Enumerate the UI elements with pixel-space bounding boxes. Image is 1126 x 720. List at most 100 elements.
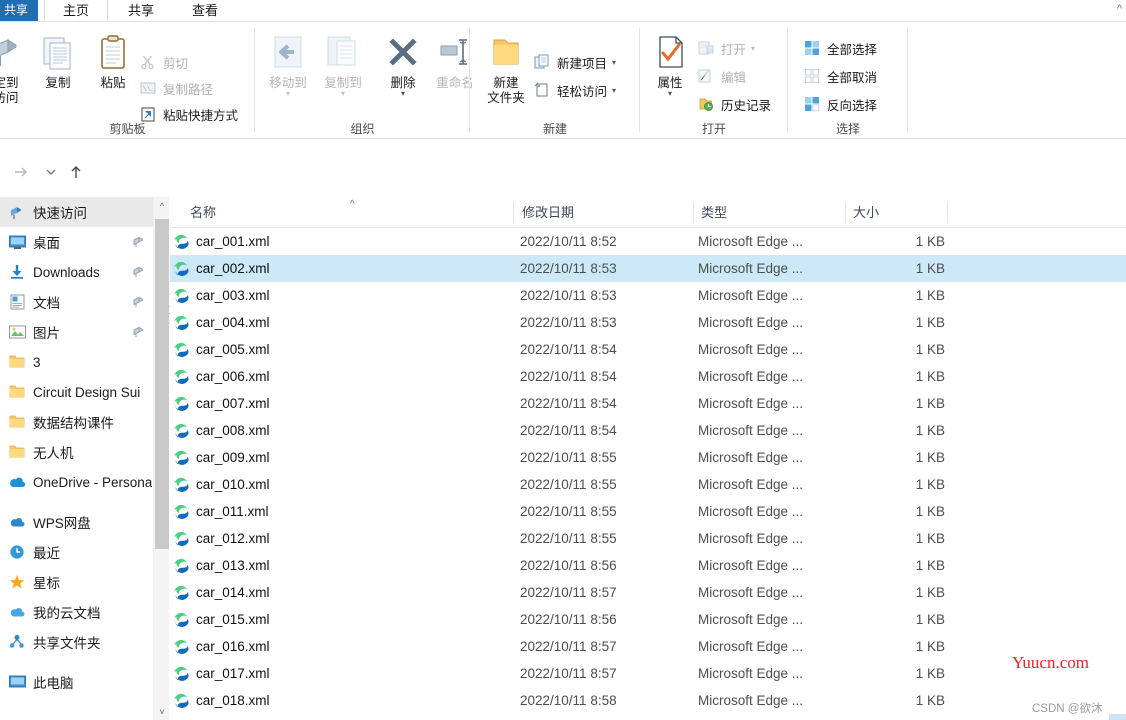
cell-type: Microsoft Edge ... [698, 612, 804, 627]
copy-button[interactable]: 复制 [30, 28, 86, 112]
table-row[interactable]: car_010.xml 2022/10/11 8:55 Microsoft Edge… [170, 471, 1126, 498]
table-row[interactable]: car_003.xml 2022/10/11 8:53 Microsoft Edge… [170, 282, 1126, 309]
pin-icon[interactable] [132, 295, 145, 313]
select-all-button[interactable]: 全部选择 [802, 36, 877, 60]
cell-size: 1 KB [915, 423, 945, 438]
invert-selection-button[interactable]: 反向选择 [802, 92, 877, 116]
move-to-caret-icon[interactable]: ▾ [286, 89, 290, 98]
table-row[interactable]: car_018.xml 2022/10/11 8:58 Microsoft Edge… [170, 687, 1126, 714]
table-row[interactable]: car_016.xml 2022/10/11 8:57 Microsoft Edge… [170, 633, 1126, 660]
copy-path-button[interactable]: \\… 复制路径 [138, 76, 213, 100]
collapse-ribbon-icon[interactable]: ^ [1117, 3, 1122, 15]
column-header-size[interactable]: 大小 [853, 197, 879, 228]
cell-name: car_018.xml [196, 693, 270, 708]
properties-caret-icon[interactable]: ▾ [668, 89, 672, 98]
sidebar-item-documents[interactable]: 文档 [0, 287, 153, 317]
sidebar-item-downloads[interactable]: Downloads [0, 257, 153, 287]
pin-icon[interactable] [132, 265, 145, 283]
scrollbar-thumb[interactable] [155, 219, 169, 549]
cell-size: 1 KB [915, 288, 945, 303]
sidebar-item-recent[interactable]: 最近 [0, 537, 153, 567]
tab-home[interactable]: 主页 [44, 0, 108, 22]
table-row[interactable]: car_013.xml 2022/10/11 8:56 Microsoft Edge… [170, 552, 1126, 579]
select-none-button[interactable]: 全部取消 [802, 64, 877, 88]
delete-button[interactable]: 删除 ▾ [375, 28, 431, 112]
table-row[interactable]: car_006.xml 2022/10/11 8:54 Microsoft Edge… [170, 363, 1126, 390]
table-row[interactable]: car_017.xml 2022/10/11 8:57 Microsoft Edge… [170, 660, 1126, 687]
navigation-pane[interactable]: 快速访问 桌面 Downloads 文档 图片 3 Circuit Design… [0, 197, 153, 720]
tab-share-cutoff[interactable]: 共享 [0, 0, 38, 21]
table-row[interactable]: car_002.xml 2022/10/11 8:53 Microsoft Edge… [170, 255, 1126, 282]
tab-share[interactable]: 共享 [110, 0, 172, 22]
sidebar-item-this-pc[interactable]: 此电脑 [0, 667, 153, 697]
ribbon-home-pane: 定到访问 复制 [0, 22, 1126, 139]
delete-caret-icon[interactable]: ▾ [401, 89, 405, 98]
cut-button[interactable]: 剪切 [138, 50, 188, 74]
table-row[interactable]: car_001.xml 2022/10/11 8:52 Microsoft Edge… [170, 228, 1126, 255]
tab-view[interactable]: 查看 [174, 0, 236, 22]
quick-access-pin-icon [6, 202, 28, 222]
column-divider[interactable] [693, 202, 694, 223]
sidebar-item-starred[interactable]: 星标 [0, 567, 153, 597]
move-to-button[interactable]: 移动到 ▾ [260, 28, 316, 112]
pin-to-quick-access-button[interactable]: 定到访问 [0, 28, 34, 112]
sidebar-item-desktop[interactable]: 桌面 [0, 227, 153, 257]
sidebar-item-circuit-design[interactable]: Circuit Design Sui [0, 377, 153, 407]
new-item-caret-icon[interactable]: ▾ [612, 58, 616, 67]
table-row[interactable]: car_015.xml 2022/10/11 8:56 Microsoft Edge… [170, 606, 1126, 633]
sidebar-item-quick-access[interactable]: 快速访问 [0, 197, 153, 227]
column-header-type[interactable]: 类型 [701, 197, 727, 228]
scroll-up-icon[interactable]: ^ [154, 197, 170, 214]
copy-to-caret-icon[interactable]: ▾ [341, 89, 345, 98]
edge-icon [172, 638, 190, 656]
cell-name: car_013.xml [196, 558, 270, 573]
sidebar-item-data-structures[interactable]: 数据结构课件 [0, 407, 153, 437]
column-header-date-modified[interactable]: 修改日期 [522, 197, 574, 228]
table-row[interactable]: car_008.xml 2022/10/11 8:54 Microsoft Edge… [170, 417, 1126, 444]
desktop-icon [6, 232, 28, 252]
table-row[interactable]: car_009.xml 2022/10/11 8:55 Microsoft Edge… [170, 444, 1126, 471]
scroll-down-icon[interactable]: ˅ [154, 703, 170, 720]
new-item-button[interactable]: 新建项目 ▾ [532, 50, 616, 74]
edit-button[interactable]: 编辑 [696, 64, 746, 88]
column-divider[interactable] [513, 202, 514, 223]
open-caret-icon[interactable]: ▾ [751, 44, 755, 53]
table-row[interactable]: car_007.xml 2022/10/11 8:54 Microsoft Edge… [170, 390, 1126, 417]
forward-button[interactable] [8, 159, 34, 185]
sidebar-label: 无人机 [33, 446, 74, 461]
history-button[interactable]: 历史记录 [696, 92, 771, 116]
sidebar-item-wps-cloud[interactable]: WPS网盘 [0, 507, 153, 537]
new-folder-button[interactable]: 新建 文件夹 [478, 28, 534, 112]
pin-icon[interactable] [132, 235, 145, 253]
properties-button[interactable]: 属性 ▾ [642, 28, 698, 112]
easy-access-button[interactable]: 轻松访问 ▾ [532, 78, 616, 102]
copy-label: 复制 [45, 76, 71, 90]
paste-button[interactable]: 粘贴 [85, 28, 141, 112]
column-divider[interactable] [845, 202, 846, 223]
copy-to-button[interactable]: 复制到 ▾ [315, 28, 371, 112]
table-row[interactable]: car_012.xml 2022/10/11 8:55 Microsoft Edge… [170, 525, 1126, 552]
sidebar-item-pictures[interactable]: 图片 [0, 317, 153, 347]
sidebar-item-3[interactable]: 3 [0, 347, 153, 377]
table-row[interactable]: car_005.xml 2022/10/11 8:54 Microsoft Edge… [170, 336, 1126, 363]
table-row[interactable]: car_011.xml 2022/10/11 8:55 Microsoft Edge… [170, 498, 1126, 525]
recent-locations-button[interactable] [38, 159, 64, 185]
table-row[interactable]: car_014.xml 2022/10/11 8:57 Microsoft Edge… [170, 579, 1126, 606]
navigation-pane-scrollbar[interactable]: ^ ˅ [153, 197, 169, 720]
sidebar-item-onedrive[interactable]: OneDrive - Persona [0, 467, 153, 497]
open-button[interactable]: 打开 ▾ [696, 36, 755, 60]
edge-icon [172, 692, 190, 710]
pin-icon[interactable] [132, 325, 145, 343]
sidebar-item-my-cloud-docs[interactable]: 我的云文档 [0, 597, 153, 627]
cell-size: 1 KB [915, 315, 945, 330]
sidebar-item-shared-folder[interactable]: 共享文件夹 [0, 627, 153, 657]
folder-icon [6, 442, 28, 462]
column-header-name[interactable]: 名称 [190, 197, 216, 228]
table-row[interactable]: car_004.xml 2022/10/11 8:53 Microsoft Edge… [170, 309, 1126, 336]
up-one-level-button[interactable] [63, 159, 89, 185]
cell-size: 1 KB [915, 450, 945, 465]
corner-decoration [1109, 714, 1126, 720]
sidebar-item-drone[interactable]: 无人机 [0, 437, 153, 467]
easy-access-caret-icon[interactable]: ▾ [612, 86, 616, 95]
column-divider[interactable] [947, 202, 948, 223]
